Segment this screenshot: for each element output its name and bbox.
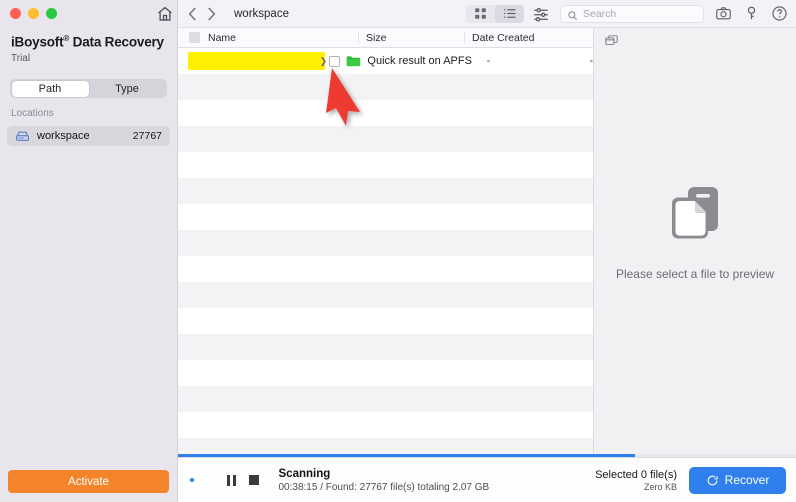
view-mode-toggle[interactable] (466, 4, 524, 23)
file-list-header: Name Size Date Created (178, 28, 593, 48)
sidebar-item-workspace[interactable]: workspace 27767 (7, 126, 170, 146)
row-date: - (589, 55, 593, 67)
locations-section-title: Locations (11, 108, 54, 119)
search-input[interactable] (583, 7, 693, 20)
search-icon (567, 8, 578, 21)
select-all-checkbox[interactable] (189, 32, 200, 43)
search-field[interactable] (560, 4, 704, 23)
camera-icon[interactable] (715, 5, 732, 22)
status-bar-right: Selected 0 file(s) Zero KB Recover (595, 466, 796, 494)
selected-files-count: Selected 0 file(s) (595, 468, 677, 481)
table-row-empty (178, 74, 593, 100)
sidebar: iBoysoft® Data Recovery Trial Path Type … (0, 0, 178, 502)
table-row-empty (178, 360, 593, 386)
column-header-size[interactable]: Size (358, 31, 464, 44)
sliders-icon[interactable] (532, 5, 550, 23)
preview-pane: Please select a file to preview (594, 28, 796, 454)
brand-name: iBoysoft (11, 34, 64, 50)
recover-button[interactable]: Recover (689, 466, 786, 494)
row-name: Quick result on APFS (367, 55, 472, 67)
preview-toolbar (594, 28, 796, 48)
window-stack-icon[interactable] (605, 33, 618, 45)
column-header-date-created[interactable]: Date Created (464, 31, 593, 44)
back-button[interactable] (184, 5, 202, 23)
recover-label: Recover (724, 473, 770, 487)
close-window-button[interactable] (10, 8, 21, 19)
segment-type[interactable]: Type (89, 81, 166, 97)
main-area: workspace Search Name Size Date Created … (178, 0, 796, 502)
scan-state: Scanning (278, 467, 331, 480)
file-list-rows: ❯ Quick result on APFS - - (178, 48, 593, 454)
activity-dot-icon (190, 478, 194, 482)
scan-info: Scanning 00:38:15 / Found: 27767 file(s)… (279, 468, 490, 493)
sidebar-item-label: workspace (37, 130, 90, 142)
brand-suffix: Data Recovery (69, 34, 164, 50)
path-type-segmented-control[interactable]: Path Type (10, 79, 167, 98)
stop-icon[interactable] (248, 475, 259, 485)
content-body: Name Size Date Created ❯ Quick result on… (178, 28, 796, 454)
disk-icon (15, 130, 30, 143)
preview-placeholder: Please select a file to preview (594, 48, 796, 454)
table-row-empty (178, 204, 593, 230)
help-icon[interactable] (771, 5, 788, 22)
zoom-window-button[interactable] (46, 8, 57, 19)
key-icon[interactable] (743, 5, 760, 22)
activate-button[interactable]: Activate (8, 470, 169, 493)
grid-view-icon[interactable] (466, 5, 495, 23)
preview-message: Please select a file to preview (615, 267, 775, 281)
table-row-empty (178, 178, 593, 204)
table-row[interactable]: ❯ Quick result on APFS - - (178, 48, 593, 74)
sidebar-item-count: 27767 (132, 130, 162, 142)
license-status: Trial (11, 53, 31, 64)
segment-path[interactable]: Path (11, 80, 89, 97)
table-row-empty (178, 126, 593, 152)
expand-disclosure-icon[interactable]: ❯ (317, 56, 329, 67)
app-window: iBoysoft® Data Recovery Trial Path Type … (0, 0, 796, 502)
table-row-empty (178, 438, 593, 454)
breadcrumb[interactable]: workspace (234, 8, 289, 20)
minimize-window-button[interactable] (28, 8, 39, 19)
folder-icon (346, 55, 361, 67)
refresh-circle-icon (707, 475, 718, 485)
home-icon[interactable] (156, 5, 174, 23)
window-traffic-lights (10, 8, 57, 19)
scan-detail: 00:38:15 / Found: 27767 file(s) totaling… (278, 481, 490, 493)
table-row-empty (178, 256, 593, 282)
selected-files-size: Zero KB (643, 481, 677, 492)
toolbar: workspace (178, 0, 796, 28)
pause-icon[interactable] (227, 474, 236, 486)
app-title: iBoysoft® Data Recovery (11, 34, 171, 50)
table-row-empty (178, 282, 593, 308)
list-view-icon[interactable] (495, 4, 524, 23)
highlight-marker (188, 52, 326, 70)
row-checkbox[interactable] (329, 55, 341, 67)
forward-button[interactable] (202, 5, 220, 23)
column-header-name[interactable]: Name (208, 32, 358, 44)
file-list-pane: Name Size Date Created ❯ Quick result on… (178, 28, 594, 454)
table-row-empty (178, 308, 593, 334)
documents-icon (663, 181, 727, 245)
status-bar: Scanning 00:38:15 / Found: 27767 file(s)… (178, 457, 796, 502)
table-row-empty (178, 152, 593, 178)
table-row-empty (178, 412, 593, 438)
table-row-empty (178, 334, 593, 360)
table-row-empty (178, 386, 593, 412)
table-row-empty (178, 100, 593, 126)
table-row-empty (178, 230, 593, 256)
selection-info: Selected 0 file(s) Zero KB (595, 469, 677, 492)
row-size: - (486, 55, 491, 67)
